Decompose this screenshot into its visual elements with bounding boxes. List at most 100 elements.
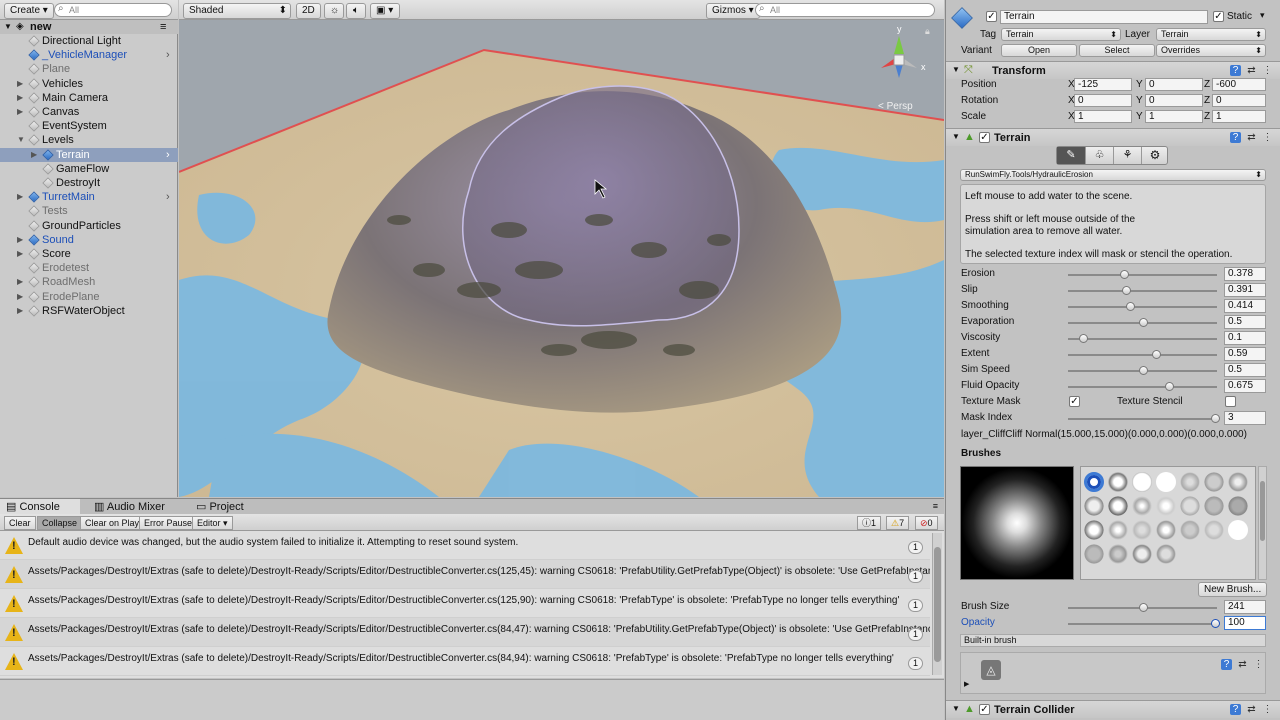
transform-z-input[interactable]: 1 (1212, 110, 1266, 123)
brush-thumbnail[interactable] (1084, 520, 1104, 540)
hierarchy-item[interactable]: _VehicleManager › (0, 48, 178, 62)
slider-track[interactable] (1068, 354, 1217, 356)
transform-z-input[interactable]: 0 (1212, 94, 1266, 107)
hierarchy-item[interactable]: ▶ TurretMain › (0, 190, 178, 204)
transform-y-input[interactable]: 0 (1145, 78, 1203, 91)
component-menu-icon[interactable]: ⋮ (1253, 659, 1264, 670)
terrain-header[interactable]: ▼ ▲ ✓ Terrain ? ⇄ ⋮ (946, 128, 1280, 146)
panel-menu-icon[interactable]: ≡ (933, 501, 938, 511)
opacity-track[interactable] (1068, 623, 1217, 625)
new-brush-button[interactable]: New Brush... (1198, 582, 1268, 597)
scene-search-input[interactable]: All (755, 3, 935, 17)
tab-audio-mixer[interactable]: ▥ Audio Mixer (88, 499, 171, 515)
hierarchy-item[interactable]: GroundParticles (0, 219, 178, 233)
mask-index-knob[interactable] (1211, 414, 1220, 423)
brush-thumbnail[interactable] (1084, 472, 1104, 492)
brush-thumbnail[interactable] (1108, 496, 1128, 516)
brush-thumbnail[interactable] (1228, 520, 1248, 540)
transform-y-input[interactable]: 0 (1145, 94, 1203, 107)
terrain-collider-checkbox[interactable]: ✓ (979, 704, 990, 715)
warning-count-toggle[interactable]: ⚠7 (886, 516, 910, 530)
layer-dropdown[interactable]: Terrain (1156, 28, 1266, 41)
expand-arrow-icon[interactable]: ▶ (17, 290, 23, 304)
console-scroll-thumb[interactable] (934, 547, 941, 662)
brush-thumbnail[interactable] (1108, 472, 1128, 492)
slider-knob[interactable] (1078, 334, 1088, 343)
foldout-arrow-icon[interactable]: ▼ (952, 704, 960, 713)
slider-value-input[interactable]: 0.5 (1224, 363, 1266, 377)
texture-stencil-checkbox[interactable] (1225, 396, 1236, 407)
brush-thumbnail[interactable] (1204, 496, 1224, 516)
axis-z-label[interactable]: Z (1204, 79, 1210, 90)
axis-z-label[interactable]: Z (1204, 95, 1210, 106)
prefab-open-button[interactable]: Open (1001, 44, 1077, 57)
hierarchy-item[interactable]: ▶ ErodePlane (0, 290, 178, 304)
slider-knob[interactable] (1138, 366, 1148, 375)
slider-track[interactable] (1068, 274, 1217, 276)
slider-track[interactable] (1068, 338, 1217, 340)
transform-x-input[interactable]: -125 (1074, 78, 1132, 91)
hierarchy-search-input[interactable]: All (54, 3, 172, 17)
paint-brush-tool-icon[interactable]: ✎ (1057, 147, 1085, 164)
brush-thumbnail[interactable] (1180, 496, 1200, 516)
slider-track[interactable] (1068, 306, 1217, 308)
scene-view[interactable]: y x < Persp 🔒︎ (179, 20, 944, 497)
mask-index-track[interactable] (1068, 418, 1217, 420)
hierarchy-item[interactable]: Tests (0, 204, 178, 218)
hierarchy-item[interactable]: EventSystem (0, 119, 178, 133)
prefab-open-icon[interactable]: › (166, 48, 170, 62)
component-menu-icon[interactable]: ⋮ (1262, 704, 1273, 715)
preset-icon[interactable]: ⇄ (1246, 704, 1257, 715)
overrides-dropdown[interactable]: Overrides (1156, 44, 1266, 57)
expand-arrow-icon[interactable]: ▼ (17, 133, 25, 147)
terrain-viewport[interactable] (179, 20, 944, 497)
terrain-settings-gear-icon[interactable]: ⚙ (1141, 147, 1168, 164)
opacity-knob[interactable] (1211, 619, 1220, 628)
place-tree-tool-icon[interactable]: ♧ (1085, 147, 1113, 164)
tab-project[interactable]: ▭ Project (190, 499, 250, 515)
clear-button[interactable]: Clear (4, 516, 36, 530)
lighting-toggle-icon[interactable]: ☼ (324, 3, 344, 19)
static-checkbox[interactable]: ✓ (1213, 11, 1224, 22)
brush-thumbnail[interactable] (1132, 520, 1152, 540)
brush-thumbnail[interactable] (1204, 520, 1224, 540)
collapse-toggle[interactable]: Collapse (37, 516, 83, 530)
component-menu-icon[interactable]: ⋮ (1262, 65, 1273, 76)
effects-dropdown-icon[interactable]: ▣ ▾ (370, 3, 400, 19)
brush-thumbnail[interactable] (1156, 520, 1176, 540)
terrain-tool-dropdown[interactable]: RunSwimFly.Tools/HydraulicErosion (960, 169, 1266, 181)
slider-knob[interactable] (1122, 286, 1132, 295)
preset-icon[interactable]: ⇄ (1246, 65, 1257, 76)
slider-track[interactable] (1068, 290, 1217, 292)
hierarchy-item[interactable]: ▶ Terrain › (0, 147, 178, 162)
terrain-collider-header[interactable]: ▼ ▲ ✓ Terrain Collider ? ⇄ ⋮ (946, 700, 1280, 718)
expand-arrow-icon[interactable]: ▶ (964, 680, 969, 688)
hierarchy-item[interactable]: ▶ RoadMesh (0, 275, 178, 289)
audio-toggle-icon[interactable]: 🔈︎ (346, 3, 366, 19)
active-checkbox[interactable]: ✓ (986, 11, 997, 22)
console-message-row[interactable]: Assets/Packages/DestroyIt/Extras (safe t… (0, 589, 930, 618)
lock-icon[interactable]: 🔒︎ (925, 26, 930, 37)
brush-thumbnail[interactable] (1228, 496, 1248, 516)
hierarchy-item[interactable]: Plane (0, 62, 178, 76)
prefab-open-icon[interactable]: › (166, 190, 170, 204)
slider-value-input[interactable]: 0.5 (1224, 315, 1266, 329)
console-message-row[interactable]: Assets/Packages/DestroyIt/Extras (safe t… (0, 647, 930, 676)
hierarchy-item[interactable]: Erodetest (0, 261, 178, 275)
hierarchy-item[interactable]: ▶ Score (0, 247, 178, 261)
brush-thumbnail[interactable] (1228, 472, 1248, 492)
slider-knob[interactable] (1151, 350, 1161, 359)
mask-index-input[interactable]: 3 (1224, 411, 1266, 425)
transform-x-input[interactable]: 1 (1074, 110, 1132, 123)
static-dropdown-icon[interactable]: ▾ (1260, 10, 1265, 21)
tab-console[interactable]: ▤ Console (0, 499, 80, 515)
brush-thumbnail[interactable] (1132, 544, 1152, 564)
console-message-row[interactable]: Default audio device was changed, but th… (0, 531, 930, 560)
2d-toggle-button[interactable]: 2D (296, 3, 321, 19)
expand-arrow-icon[interactable]: ▶ (17, 275, 23, 289)
brush-thumbnail[interactable] (1204, 472, 1224, 492)
editor-dropdown[interactable]: Editor ▾ (192, 516, 233, 530)
expand-arrow-icon[interactable]: ▶ (31, 148, 37, 162)
foldout-arrow-icon[interactable]: ▼ (952, 65, 960, 74)
console-message-row[interactable]: Assets/Packages/DestroyIt/Extras (safe t… (0, 618, 930, 647)
